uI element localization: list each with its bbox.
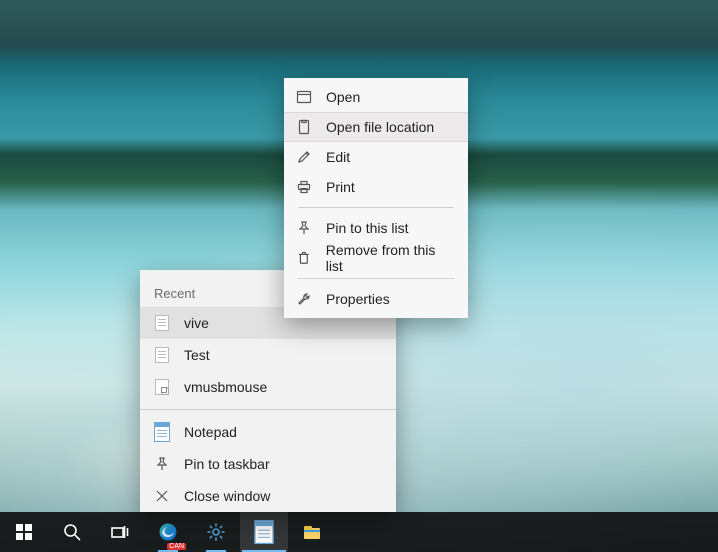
context-pin-list-label: Pin to this list xyxy=(326,220,408,236)
jumplist-recent-item-label: vive xyxy=(184,315,209,331)
close-icon xyxy=(154,488,170,504)
context-pin-to-list[interactable]: Pin to this list xyxy=(284,213,468,243)
context-print-label: Print xyxy=(326,179,355,195)
jumplist-pin-label: Pin to taskbar xyxy=(184,456,270,472)
context-remove-from-list[interactable]: Remove from this list xyxy=(284,243,468,273)
context-edit[interactable]: Edit xyxy=(284,142,468,172)
jumplist-close-label: Close window xyxy=(184,488,270,504)
context-separator-2 xyxy=(298,278,454,279)
jumplist-recent-item[interactable]: Test xyxy=(140,339,396,371)
context-print[interactable]: Print xyxy=(284,172,468,202)
taskbar-app-notepad[interactable] xyxy=(240,512,288,552)
jumplist-app-label: Notepad xyxy=(184,424,237,440)
jumplist-recent-item[interactable]: vmusbmouse xyxy=(140,371,396,403)
context-edit-label: Edit xyxy=(326,149,350,165)
jumplist-separator xyxy=(140,409,396,410)
pin-icon xyxy=(154,456,170,472)
search-button[interactable] xyxy=(48,512,96,552)
context-properties[interactable]: Properties xyxy=(284,284,468,314)
inf-file-icon xyxy=(154,379,170,395)
taskbar-app-file-explorer[interactable] xyxy=(288,512,336,552)
context-open-location-label: Open file location xyxy=(326,119,434,135)
task-view-button[interactable] xyxy=(96,512,144,552)
context-remove-list-label: Remove from this list xyxy=(326,242,454,274)
taskbar-app-edge[interactable]: CAN xyxy=(144,512,192,552)
jumplist-app-item[interactable]: Notepad xyxy=(140,416,396,448)
text-file-icon xyxy=(154,315,170,331)
open-location-icon xyxy=(296,119,312,135)
jumplist-close-window[interactable]: Close window xyxy=(140,480,396,512)
text-file-icon xyxy=(154,347,170,363)
pin-icon xyxy=(296,220,312,236)
printer-icon xyxy=(296,179,312,195)
notepad-icon xyxy=(154,424,170,440)
context-separator-1 xyxy=(298,207,454,208)
taskbar: CAN xyxy=(0,512,718,552)
edge-badge-icon: CAN xyxy=(167,543,186,550)
context-open-file-location[interactable]: Open file location xyxy=(284,112,468,142)
recent-item-context-menu: Open Open file location Edit Print Pin t… xyxy=(284,78,468,318)
taskbar-app-settings[interactable] xyxy=(192,512,240,552)
context-open-label: Open xyxy=(326,89,360,105)
context-properties-label: Properties xyxy=(326,291,390,307)
start-button[interactable] xyxy=(0,512,48,552)
jumplist-pin-to-taskbar[interactable]: Pin to taskbar xyxy=(140,448,396,480)
pencil-icon xyxy=(296,149,312,165)
window-icon xyxy=(296,89,312,105)
notepad-icon xyxy=(254,520,273,544)
jumplist-recent-item-label: Test xyxy=(184,347,210,363)
trash-icon xyxy=(296,250,312,266)
jumplist-recent-item-label: vmusbmouse xyxy=(184,379,267,395)
context-open[interactable]: Open xyxy=(284,82,468,112)
wrench-icon xyxy=(296,291,312,307)
